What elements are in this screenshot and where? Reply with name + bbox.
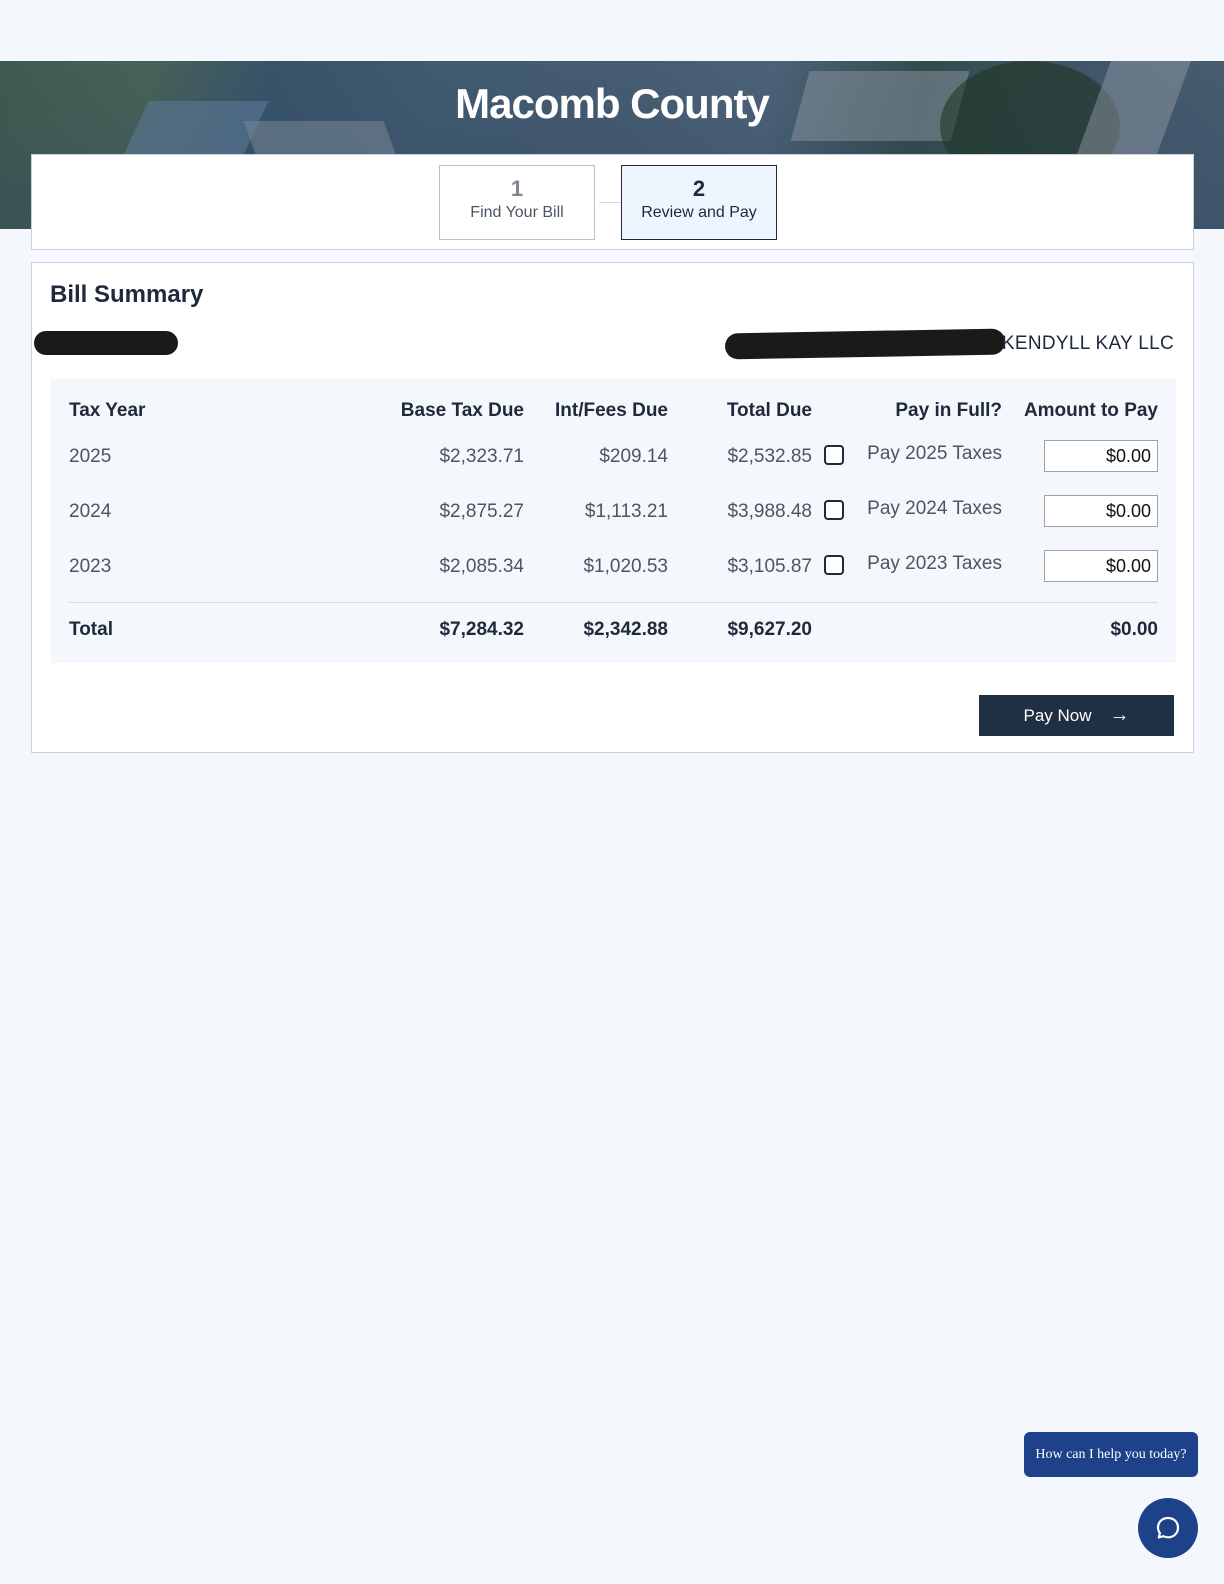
total-int-fees-due: $2,342.88	[583, 619, 668, 640]
pay-2024-label[interactable]: Pay 2024 Taxes	[867, 498, 1002, 520]
property-owner: KENDYLL KAY LLC	[1001, 333, 1174, 354]
row-base-tax-due: $2,875.27	[439, 501, 524, 522]
pay-now-button[interactable]: Pay Now →	[979, 695, 1174, 736]
pay-2025-label[interactable]: Pay 2025 Taxes	[867, 443, 1002, 465]
redaction-mark	[34, 331, 178, 355]
row-total-due: $2,532.85	[727, 446, 812, 467]
pay-now-label: Pay Now	[1023, 705, 1092, 725]
step-number: 2	[692, 176, 706, 201]
page-title: Macomb County	[455, 80, 770, 127]
table-divider	[69, 602, 1158, 603]
column-header-base-tax-due: Base Tax Due	[400, 400, 524, 421]
row-tax-year: 2025	[69, 446, 112, 467]
column-header-tax-year: Tax Year	[69, 400, 146, 421]
total-label: Total	[69, 619, 113, 640]
amount-to-pay-2024-input[interactable]: $0.00	[1044, 495, 1158, 527]
bill-table: Tax Year Base Tax Due Int/Fees Due Total…	[51, 379, 1176, 663]
row-int-fees-due: $1,113.21	[584, 501, 668, 522]
arrow-right-icon: →	[1109, 704, 1130, 726]
row-int-fees-due: $1,020.53	[583, 556, 668, 577]
column-header-pay-in-full: Pay in Full?	[895, 400, 1002, 421]
row-int-fees-due: $209.14	[599, 446, 668, 467]
row-total-due: $3,988.48	[727, 501, 812, 522]
step-number: 1	[510, 176, 524, 201]
amount-to-pay-2025-input[interactable]: $0.00	[1044, 440, 1158, 472]
pay-2023-checkbox[interactable]	[824, 555, 844, 575]
total-total-due: $9,627.20	[727, 619, 812, 640]
bill-summary-title: Bill Summary	[50, 281, 204, 308]
amount-to-pay-2023-input[interactable]: $0.00	[1044, 550, 1158, 582]
redaction-mark	[724, 328, 1006, 360]
total-amount-to-pay: $0.00	[1110, 619, 1158, 640]
step-find-your-bill[interactable]: 1 Find Your Bill	[439, 165, 595, 240]
chat-bubble-icon	[1156, 1516, 1180, 1539]
column-header-total-due: Total Due	[726, 400, 812, 421]
row-base-tax-due: $2,085.34	[439, 556, 524, 577]
chat-prompt-text: How can I help you today?	[1035, 1446, 1187, 1462]
row-total-due: $3,105.87	[727, 556, 812, 577]
bill-summary-card: Bill Summary KENDYLL KAY LLC Tax Year Ba…	[31, 262, 1194, 753]
total-base-tax-due: $7,284.32	[439, 619, 524, 640]
stepper: 1 Find Your Bill 2 Review and Pay	[31, 154, 1194, 250]
step-review-and-pay[interactable]: 2 Review and Pay	[621, 165, 777, 240]
chat-launcher-button[interactable]	[1138, 1498, 1198, 1558]
chat-prompt-bubble[interactable]: How can I help you today?	[1024, 1432, 1198, 1477]
pay-2024-checkbox[interactable]	[824, 500, 844, 520]
column-header-int-fees-due: Int/Fees Due	[555, 400, 668, 421]
row-tax-year: 2024	[69, 501, 112, 522]
step-label: Review and Pay	[641, 204, 757, 221]
step-label: Find Your Bill	[470, 204, 564, 221]
pay-2025-checkbox[interactable]	[824, 445, 844, 465]
row-tax-year: 2023	[69, 556, 112, 577]
column-header-amount-to-pay: Amount to Pay	[1023, 400, 1158, 421]
pay-2023-label[interactable]: Pay 2023 Taxes	[867, 553, 1002, 575]
row-base-tax-due: $2,323.71	[439, 446, 524, 467]
